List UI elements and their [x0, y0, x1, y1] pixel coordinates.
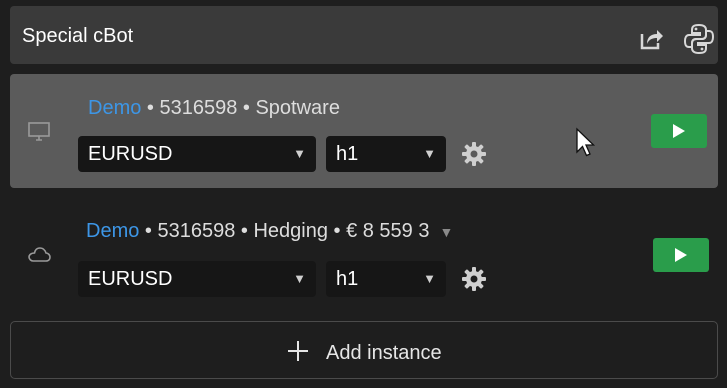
- cbot-header: Special cBot: [10, 6, 718, 64]
- account-type-link[interactable]: Demo: [88, 97, 141, 119]
- gear-icon[interactable]: [461, 266, 487, 292]
- account-details: • 5316598 • Hedging • € 8 559 3: [139, 220, 430, 242]
- instance-info: Demo • 5316598 • Hedging • € 8 559 3 ▼: [86, 220, 453, 243]
- chevron-down-icon: ▼: [293, 146, 306, 161]
- timeframe-select[interactable]: h1 ▼: [326, 136, 446, 172]
- account-type-link[interactable]: Demo: [86, 220, 139, 242]
- add-instance-label: Add instance: [326, 342, 442, 364]
- start-button[interactable]: [651, 114, 707, 148]
- add-instance-button[interactable]: Add instance: [10, 321, 718, 379]
- account-dropdown-icon[interactable]: ▼: [439, 224, 453, 240]
- symbol-select[interactable]: EURUSD ▼: [78, 261, 316, 297]
- instance-info: Demo • 5316598 • Spotware: [88, 97, 340, 120]
- symbol-value: EURUSD: [88, 143, 173, 165]
- instance-row[interactable]: Demo • 5316598 • Spotware EURUSD ▼ h1 ▼: [10, 74, 718, 188]
- python-icon[interactable]: [682, 22, 716, 56]
- start-button[interactable]: [653, 238, 709, 272]
- symbol-value: EURUSD: [88, 268, 173, 290]
- chevron-down-icon: ▼: [423, 146, 436, 161]
- share-icon[interactable]: [638, 26, 664, 52]
- mouse-cursor-icon: [576, 127, 596, 157]
- timeframe-select[interactable]: h1 ▼: [326, 261, 446, 297]
- symbol-select[interactable]: EURUSD ▼: [78, 136, 316, 172]
- cbot-title: Special cBot: [22, 25, 134, 47]
- monitor-icon: [28, 122, 50, 141]
- timeframe-value: h1: [336, 143, 359, 165]
- account-details: • 5316598 • Spotware: [141, 97, 340, 119]
- instance-row[interactable]: Demo • 5316598 • Hedging • € 8 559 3 ▼ EU…: [10, 198, 718, 310]
- timeframe-value: h1: [336, 268, 359, 290]
- chevron-down-icon: ▼: [293, 271, 306, 286]
- cloud-icon: [28, 247, 51, 262]
- plus-icon: [288, 341, 308, 361]
- chevron-down-icon: ▼: [423, 271, 436, 286]
- play-icon: [675, 248, 687, 262]
- play-icon: [673, 124, 685, 138]
- gear-icon[interactable]: [461, 141, 487, 167]
